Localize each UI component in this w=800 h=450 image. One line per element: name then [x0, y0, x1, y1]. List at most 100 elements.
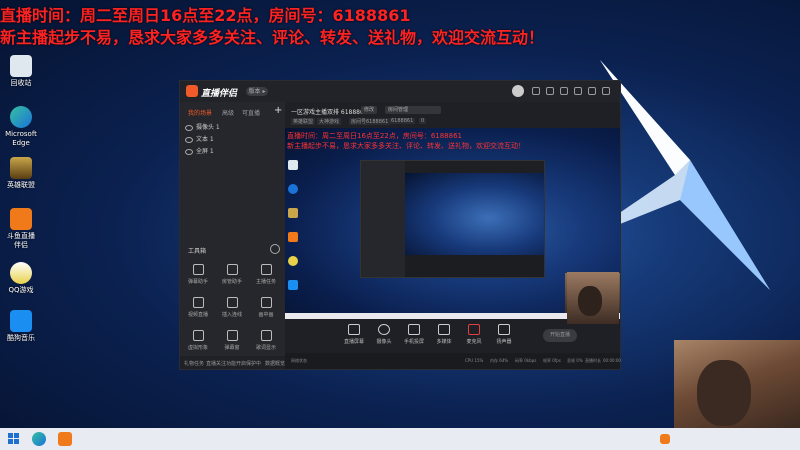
live-duration-label: 直播时长 [585, 358, 601, 363]
media-button[interactable]: 多媒体 [429, 324, 459, 345]
task-icon [260, 264, 272, 275]
data-overview-link[interactable]: 数据概览 [265, 360, 285, 367]
visibility-icon[interactable] [185, 148, 193, 155]
desktop-icon-label: Microsoft Edge [5, 130, 37, 147]
tab-advanced[interactable]: 高级 [222, 108, 234, 117]
close-icon[interactable] [602, 87, 610, 95]
user-avatar[interactable] [512, 85, 524, 97]
desktop-icon-label: 英雄联盟 [7, 181, 35, 189]
room-manage-button[interactable]: 房间管理 [385, 106, 441, 114]
network-status: 网络状态 [291, 358, 307, 363]
tag-subcategory[interactable]: 大神游戏 [317, 118, 342, 125]
screen-icon [348, 324, 360, 335]
bitrate: 码率 0kbps [515, 358, 537, 363]
avatar-icon [192, 330, 204, 341]
gift-task-link[interactable]: 礼物任务 [184, 360, 204, 367]
qq-game-icon [10, 262, 32, 284]
tool-label: 房管助手 [221, 279, 242, 285]
maximize-icon[interactable] [588, 87, 596, 95]
minimize-icon[interactable] [574, 87, 582, 95]
video-icon [192, 297, 204, 308]
overlay-appeal-text: 新主播起步不易，恳求大家多多关注、评论、转发、送礼物，欢迎交流互动！ [0, 28, 545, 47]
camera-button[interactable]: 摄像头 [369, 324, 399, 345]
message-icon[interactable] [532, 87, 540, 95]
tag-room-number: 房间号6188861 [349, 118, 391, 125]
taskbar-douyu-icon[interactable] [58, 432, 72, 446]
tool-label: 主播任务 [255, 279, 276, 285]
desktop-icon-label: QQ游戏 [8, 286, 34, 294]
link-icon [226, 297, 238, 308]
title-bar: 直播伴侣 版本 ▸ [180, 81, 620, 102]
edge-icon [10, 106, 32, 128]
add-scene-button[interactable]: + [274, 105, 282, 116]
speaker-button[interactable]: 扬声器 [489, 324, 519, 345]
tag-category[interactable]: 英雄联盟 [291, 118, 316, 125]
tool-label: 弹幕助手 [187, 279, 208, 285]
tool-avatar[interactable]: 虚拟形象 [183, 330, 213, 351]
recycle-bin-icon [10, 55, 32, 77]
tab-my-scenes[interactable]: 我的场景 [188, 108, 212, 117]
preview-kugou-icon [288, 280, 298, 290]
protection-status: 直播关注功能开启保护中 [206, 361, 262, 367]
tool-room-admin[interactable]: 房管助手 [217, 264, 247, 285]
tool-pip[interactable]: 画中画 [251, 297, 281, 318]
desktop-icon-kugou[interactable]: 酷狗音乐 [4, 310, 38, 343]
scene-tabs: 我的场景 高级 可直播 + [180, 104, 285, 118]
app-name: 直播伴侣 [201, 89, 238, 99]
cpu-usage: CPU 15% [465, 358, 484, 363]
tool-link[interactable]: 插入连线 [217, 297, 247, 318]
phone-cast-button[interactable]: 手机投屏 [399, 324, 429, 345]
control-label: 手机投屏 [403, 339, 424, 345]
tool-label: 虚拟形象 [187, 345, 208, 351]
visibility-icon[interactable] [185, 136, 193, 143]
taskbar-edge-icon[interactable] [32, 432, 46, 446]
screen-capture-button[interactable]: 直播屏幕 [339, 324, 369, 345]
toolbox-title: 工具箱 [188, 248, 207, 255]
start-live-button[interactable]: 开始直播 [543, 329, 577, 342]
control-label: 麦克风 [466, 339, 482, 345]
source-row[interactable]: 全屏 1 [185, 146, 280, 156]
desktop-icon-edge[interactable]: Microsoft Edge [4, 106, 38, 148]
tool-video[interactable]: 视频直播 [183, 297, 213, 318]
visibility-icon[interactable] [185, 124, 193, 131]
nested-preview-window [360, 160, 545, 278]
source-name: 全屏 1 [196, 148, 214, 155]
tool-danmu[interactable]: 弹幕助手 [183, 264, 213, 285]
tool-danmu-window[interactable]: 弹幕窗 [217, 330, 247, 351]
desktop-icon-qq-game[interactable]: QQ游戏 [4, 262, 38, 295]
app-logo-icon [186, 85, 198, 97]
desktop-icon-douyu[interactable]: 斗鱼直播伴侣 [4, 208, 38, 250]
preview-league-icon [288, 208, 298, 218]
tool-task[interactable]: 主播任务 [251, 264, 281, 285]
webcam-person [697, 360, 751, 426]
desktop-icon-league[interactable]: 英雄联盟 [4, 157, 38, 190]
dropped-frames: 丢帧 0% [567, 358, 583, 363]
tag-room-id: 6188861 [389, 118, 416, 124]
admin-icon [226, 264, 238, 275]
source-row[interactable]: 文本 1 [185, 134, 280, 144]
nested-preview [405, 173, 544, 255]
live-duration: 00:00:00 [603, 358, 621, 363]
tool-label: 插入连线 [221, 312, 242, 318]
tray-douyu-icon[interactable] [660, 434, 670, 444]
webcam-thumbnail-person [578, 286, 602, 316]
edit-title-button[interactable]: 修改 [361, 106, 378, 114]
toolbox-more-icon[interactable] [270, 244, 280, 254]
tab-live[interactable]: 可直播 [242, 108, 260, 117]
start-button[interactable] [8, 433, 19, 444]
tool-lyrics[interactable]: 歌词显示 [251, 330, 281, 351]
desktop-icon-label: 回收站 [10, 79, 32, 87]
framerate: 帧率 0fps [543, 358, 561, 363]
scene-panel: 我的场景 高级 可直播 + 摄像头 1 文本 1 全屏 1 工具箱 弹幕助手 房… [180, 102, 285, 369]
desktop-icon-recycle-bin[interactable]: 回收站 [4, 55, 38, 88]
camera-icon [378, 324, 390, 335]
microphone-button[interactable]: 麦克风 [459, 324, 489, 345]
version-button[interactable]: 版本 ▸ [246, 87, 268, 96]
settings-icon[interactable] [560, 87, 568, 95]
source-row[interactable]: 摄像头 1 [185, 122, 280, 132]
status-bar: 网络状态 CPU 15% 内存 64% 码率 0kbps 帧率 0fps 丢帧 … [285, 353, 621, 369]
control-label: 多媒体 [436, 339, 452, 345]
tool-label: 弹幕窗 [224, 345, 240, 351]
gift-icon[interactable] [546, 87, 554, 95]
league-icon [10, 157, 32, 179]
